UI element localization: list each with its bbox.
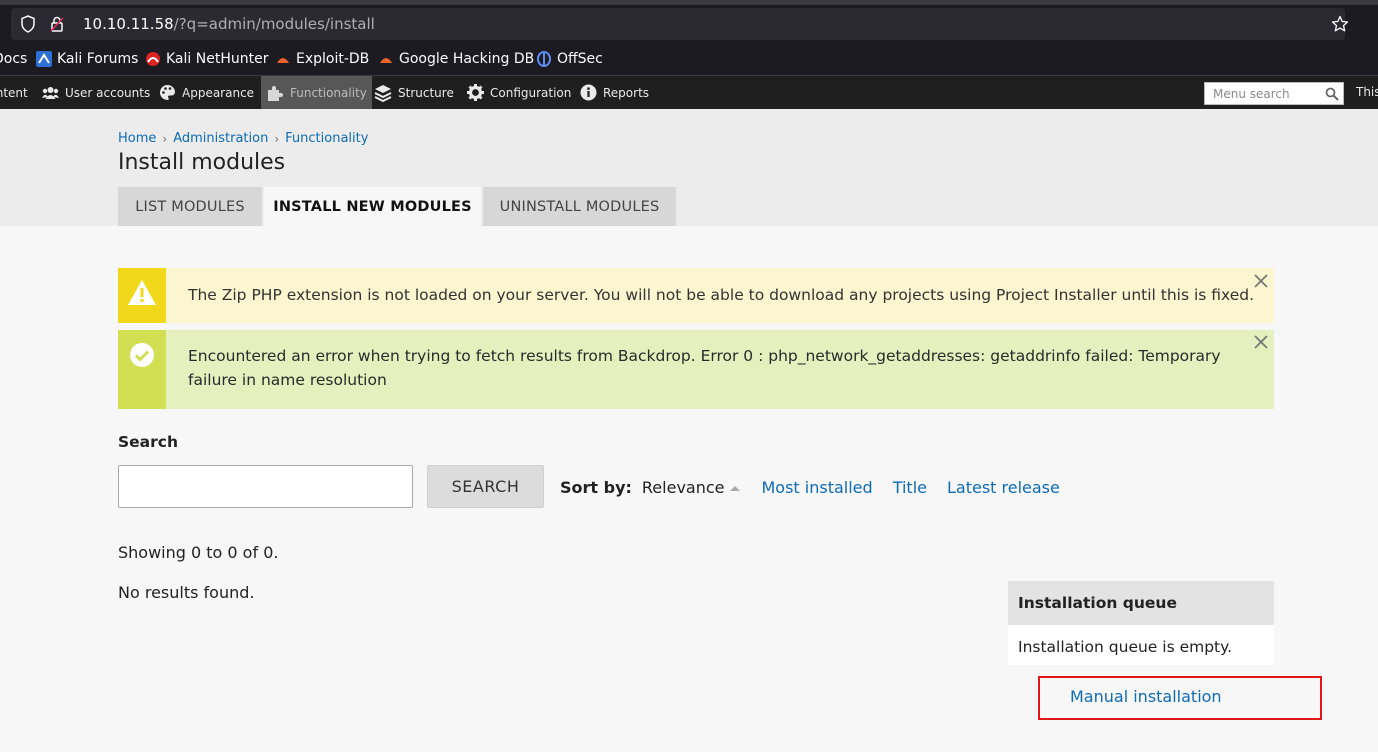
sort-relevance-label: Relevance (641, 478, 725, 497)
search-label: Search (118, 433, 179, 451)
adminbar-item-structure[interactable]: Structure (374, 76, 454, 109)
results-count: Showing 0 to 0 of 0. (118, 543, 279, 562)
warning-message: The Zip PHP extension is not loaded on y… (118, 268, 1274, 323)
status-bar (118, 330, 166, 409)
status-message: Encountered an error when trying to fetc… (118, 330, 1274, 409)
gear-icon (467, 84, 484, 101)
breadcrumb-chevron-icon: › (274, 131, 280, 146)
check-circle-icon (130, 343, 154, 367)
offsec-icon (537, 51, 551, 67)
breadcrumb: Home › Administration › Functionality (118, 131, 368, 146)
users-icon (42, 86, 59, 99)
url-bar[interactable]: 10.10.11.58/?q=admin/modules/install (11, 8, 1349, 40)
lock-icon[interactable] (49, 15, 65, 33)
browser-toolbar: 10.10.11.58/?q=admin/modules/install (0, 0, 1378, 46)
adminbar-item-appearance[interactable]: Appearance (159, 76, 254, 109)
sort-latest-release[interactable]: Latest release (947, 478, 1060, 497)
adminbar-item-reports[interactable]: Reports (580, 76, 649, 109)
installation-queue-body: Installation queue is empty. (1008, 625, 1274, 665)
adminbar-item-content[interactable]: Content (0, 76, 28, 109)
ghdb-icon (380, 58, 392, 63)
adminbar-label: Structure (398, 85, 454, 100)
url-host: 10.10.11.58 (83, 15, 174, 33)
bookmark-label: Docs (0, 51, 28, 67)
tab-list-modules[interactable]: LIST MODULES (118, 187, 262, 226)
adminbar-item-configuration[interactable]: Configuration (467, 76, 571, 109)
adminbar-label: Configuration (490, 85, 572, 100)
bookmark-docs[interactable]: Docs (0, 51, 27, 67)
installation-queue-title: Installation queue (1008, 581, 1274, 625)
bookmark-exploit-db[interactable]: Exploit-DB (275, 51, 369, 67)
tab-install-new-modules[interactable]: INSTALL NEW MODULES (264, 187, 481, 226)
breadcrumb-functionality[interactable]: Functionality (285, 131, 368, 146)
search-button[interactable]: SEARCH (427, 465, 544, 508)
adminbar-item-functionality[interactable]: Functionality (261, 76, 372, 109)
sort-relevance[interactable]: Relevance (642, 478, 742, 497)
adminbar-label: Reports (603, 85, 650, 100)
bookmark-label: Exploit-DB (296, 51, 370, 67)
bookmark-offsec[interactable]: OffSec (536, 51, 603, 67)
sort-by-label: Sort by: (560, 478, 632, 497)
adminbar-item-user-accounts[interactable]: User accounts (42, 76, 150, 109)
exploit-db-icon (277, 58, 289, 63)
manual-installation-link[interactable]: Manual installation (1070, 687, 1222, 706)
search-input[interactable] (118, 465, 413, 508)
bookmark-star-icon[interactable] (1331, 15, 1349, 33)
admin-toolbar: Content User accounts Appearance Functio… (0, 75, 1378, 109)
menu-search-input[interactable]: Menu search (1204, 82, 1344, 105)
breadcrumb-chevron-icon: › (162, 131, 168, 146)
puzzle-icon (268, 85, 283, 101)
close-icon[interactable] (1252, 272, 1270, 290)
sort-ascending-icon (729, 485, 740, 491)
url-text[interactable]: 10.10.11.58/?q=admin/modules/install (83, 15, 375, 33)
bookmark-kali-nethunter[interactable]: Kali NetHunter (145, 51, 268, 67)
breadcrumb-home[interactable]: Home (118, 131, 156, 146)
info-icon (580, 84, 597, 101)
search-icon (1325, 87, 1339, 101)
bookmark-label: Kali Forums (57, 51, 139, 67)
bookmarks-toolbar: Docs Kali Forums Kali NetHunter Exploit-… (0, 46, 1378, 75)
palette-icon (160, 85, 175, 100)
breadcrumb-administration[interactable]: Administration (173, 131, 268, 146)
nethunter-icon (146, 52, 160, 66)
adminbar-label: Appearance (182, 85, 255, 100)
menu-search-placeholder: Menu search (1213, 87, 1290, 101)
warning-icon (128, 280, 156, 305)
bookmark-label: Google Hacking DB (399, 51, 535, 67)
adminbar-label: Content (0, 85, 28, 100)
sort-most-installed[interactable]: Most installed (762, 478, 873, 497)
bookmark-label: OffSec (557, 51, 603, 67)
sort-title[interactable]: Title (893, 478, 927, 497)
adminbar-label: Functionality (290, 85, 367, 100)
bookmark-kali-forums[interactable]: Kali Forums (36, 51, 138, 67)
bookmark-google-hacking-db[interactable]: Google Hacking DB (378, 51, 534, 67)
status-text: Encountered an error when trying to fetc… (188, 347, 1221, 389)
url-path: /?q=admin/modules/install (173, 15, 375, 33)
page-title: Install modules (118, 150, 286, 175)
close-icon[interactable] (1252, 333, 1270, 351)
adminbar-label: User accounts (65, 85, 151, 100)
warning-text: The Zip PHP extension is not loaded on y… (188, 286, 1255, 304)
bookmark-label: Kali NetHunter (166, 51, 269, 67)
adminbar-trailing-item[interactable]: This (1356, 85, 1378, 99)
kali-forums-icon (36, 51, 52, 67)
tab-uninstall-modules[interactable]: UNINSTALL MODULES (483, 187, 676, 226)
layers-icon (374, 84, 392, 102)
warning-bar (118, 268, 166, 323)
no-results-text: No results found. (118, 583, 255, 602)
sort-by: Sort by: Relevance Most installed Title … (560, 478, 1060, 497)
shield-icon[interactable] (20, 15, 36, 33)
